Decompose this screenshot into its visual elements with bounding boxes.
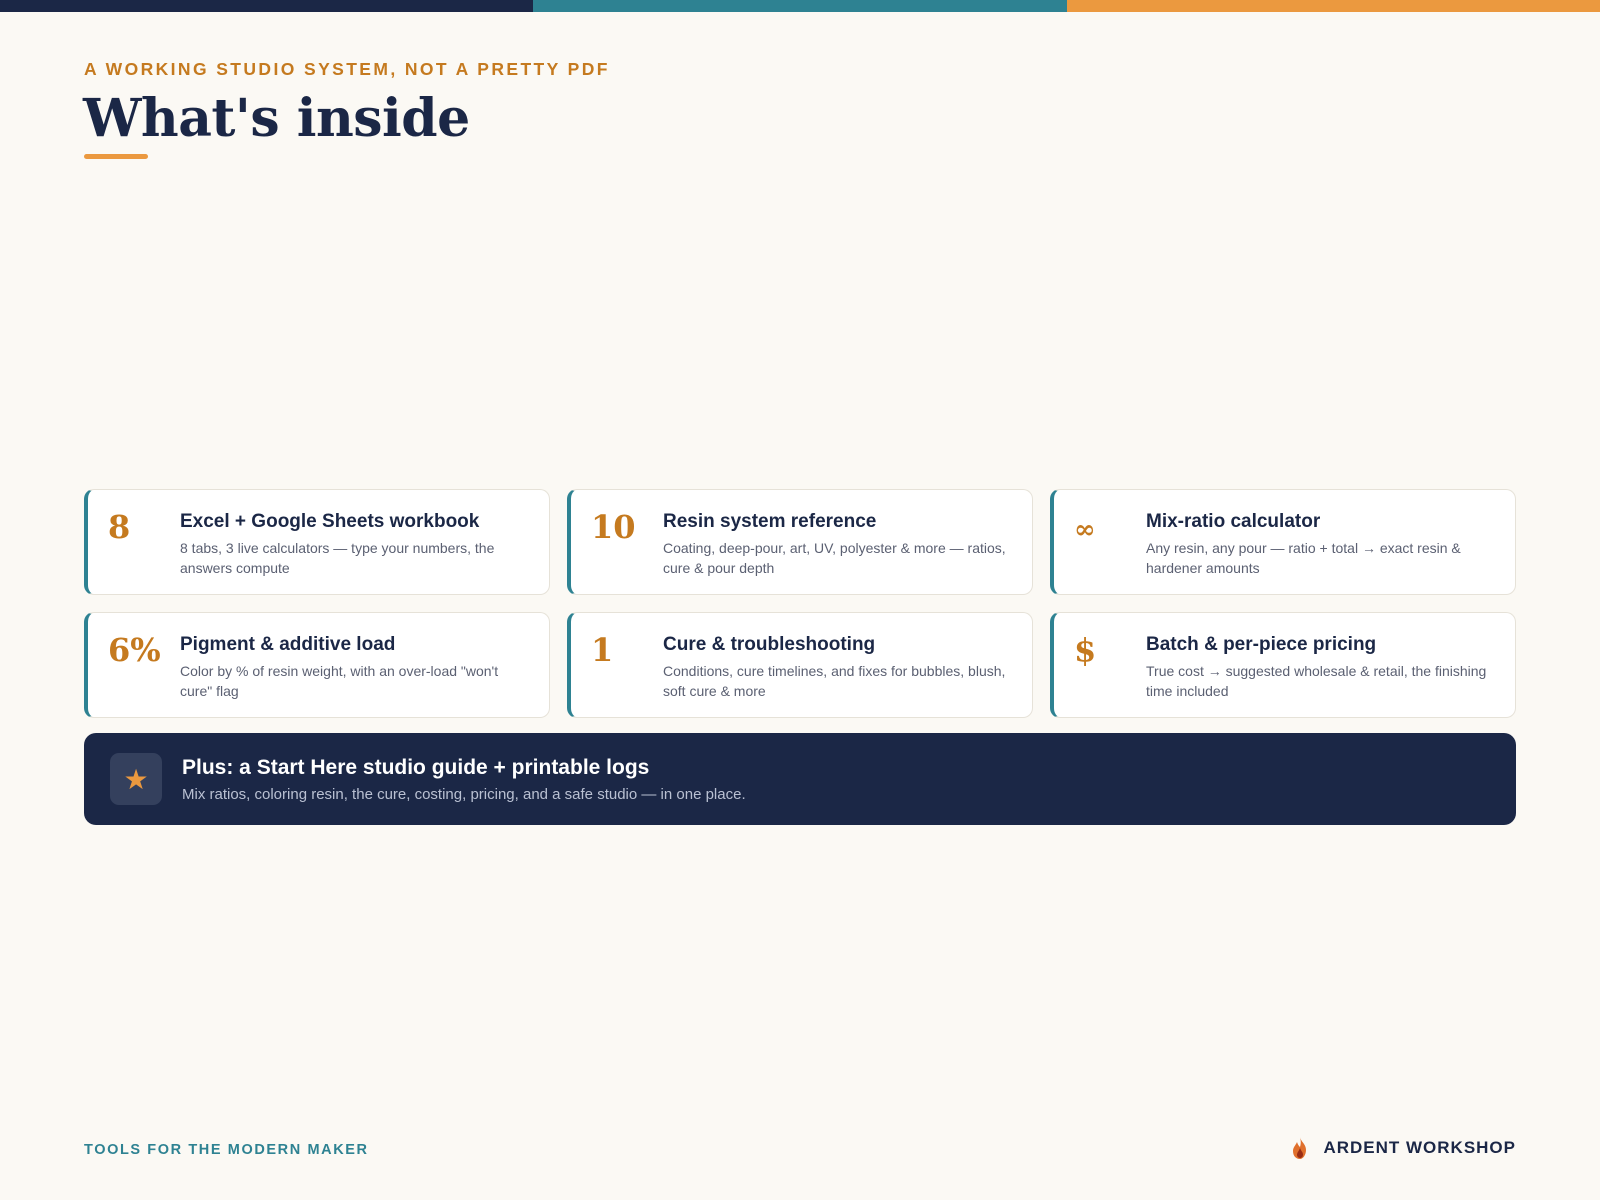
star-icon: ★ [110,753,162,805]
card-title: Batch & per-piece pricing [1146,634,1377,655]
card-stat: 10 [591,508,636,546]
card-description: 8 tabs, 3 live calculators — type your n… [180,540,495,576]
feature-card-mix-ratio: ∞ Mix-ratio calculator Any resin, any po… [1050,489,1516,595]
card-title: Excel + Google Sheets workbook [180,511,480,532]
banner-description: Mix ratios, coloring resin, the cure, co… [182,785,746,803]
card-description: Conditions, cure timelines, and fixes fo… [663,663,1006,699]
card-title: Pigment & additive load [180,634,396,655]
footer-brand: ARDENT WORKSHOP [1289,1136,1516,1160]
card-stat: 1 [591,631,614,669]
feature-card-pricing: $ Batch & per-piece pricing True cost → … [1050,612,1516,718]
accent-segment-teal [533,0,1067,12]
accent-segment-navy [0,0,534,12]
eyebrow-text: A WORKING STUDIO SYSTEM, NOT A PRETTY PD… [84,59,610,79]
page-title: What's inside [83,88,470,149]
brand-name: ARDENT WORKSHOP [1323,1138,1516,1157]
accent-segment-orange [1066,0,1600,12]
feature-card-workbook: 8 Excel + Google Sheets workbook 8 tabs,… [84,489,550,595]
bonus-banner: ★ Plus: a Start Here studio guide + prin… [84,733,1516,825]
banner-title: Plus: a Start Here studio guide + printa… [182,755,650,779]
card-description: Color by % of resin weight, with an over… [180,663,499,699]
infinity-icon: ∞ [1074,515,1096,545]
feature-card-pigment: 6% Pigment & additive load Color by % of… [84,612,550,718]
card-description: Any resin, any pour — ratio + total → ex… [1146,540,1461,576]
card-title: Cure & troubleshooting [663,634,876,655]
dollar-icon: $ [1074,631,1097,669]
card-title: Mix-ratio calculator [1146,511,1321,532]
card-description: True cost → suggested wholesale & retail… [1146,663,1487,699]
title-underline [84,154,148,159]
feature-grid: 8 Excel + Google Sheets workbook 8 tabs,… [84,489,1516,718]
feature-card-resin-reference: 10 Resin system reference Coating, deep-… [567,489,1033,595]
top-accent-bar [0,0,1600,12]
footer-tagline: TOOLS FOR THE MODERN MAKER [84,1142,369,1158]
flame-icon [1293,1137,1307,1159]
card-title: Resin system reference [663,511,877,532]
card-description: Coating, deep-pour, art, UV, polyester &… [663,540,1006,576]
feature-card-cure: 1 Cure & troubleshooting Conditions, cur… [567,612,1033,718]
card-stat: 8 [108,508,131,546]
card-stat: 6% [108,631,161,669]
